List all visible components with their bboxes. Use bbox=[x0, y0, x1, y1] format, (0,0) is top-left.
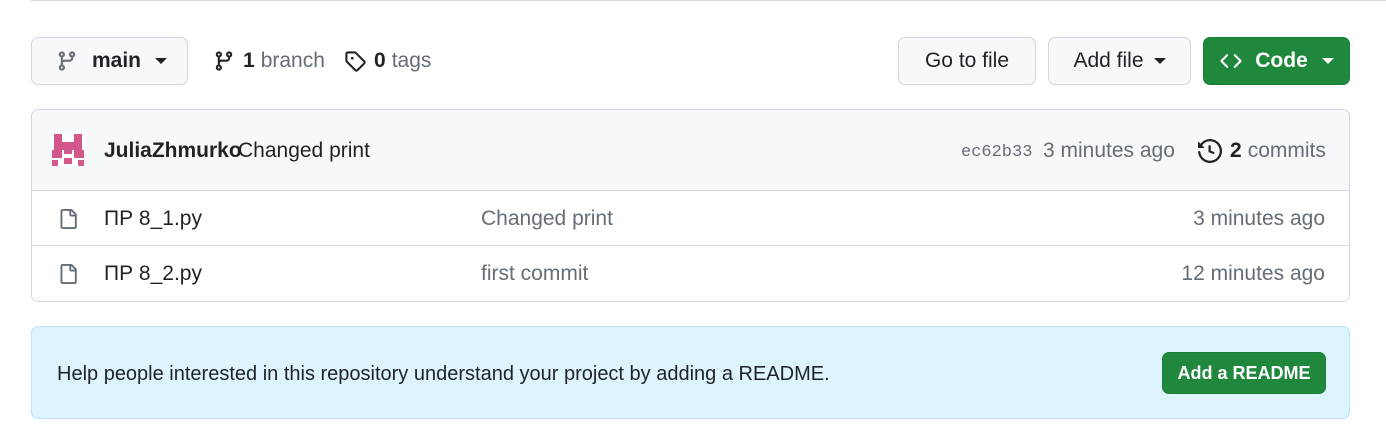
file-commit-time: 12 minutes ago bbox=[1181, 262, 1325, 285]
branch-name: main bbox=[92, 49, 142, 72]
branch-label: branch bbox=[260, 49, 325, 72]
commit-label: commits bbox=[1247, 139, 1326, 162]
commit-author[interactable]: JuliaZhmurko bbox=[104, 139, 242, 163]
code-label: Code bbox=[1255, 49, 1308, 72]
readme-prompt: Help people interested in this repositor… bbox=[31, 326, 1350, 419]
chevron-down-icon bbox=[1153, 58, 1166, 64]
tag-icon bbox=[344, 50, 366, 72]
add-readme-button[interactable]: Add a README bbox=[1162, 352, 1326, 394]
go-to-file-button[interactable]: Go to file bbox=[898, 37, 1036, 85]
tags-link[interactable]: 0 tags bbox=[344, 37, 431, 85]
chevron-down-icon bbox=[1321, 58, 1334, 64]
file-icon bbox=[58, 207, 78, 231]
tag-count: 0 bbox=[374, 49, 386, 72]
branches-link[interactable]: 1 branch bbox=[213, 37, 325, 85]
file-browser: JuliaZhmurko Changed print ec62b33 3 min… bbox=[31, 109, 1350, 302]
branch-count: 1 bbox=[243, 49, 255, 72]
add-file-label: Add file bbox=[1073, 49, 1144, 72]
tag-label: tags bbox=[391, 49, 432, 72]
file-commit-link[interactable]: Changed print bbox=[481, 207, 613, 231]
commit-sha[interactable]: ec62b33 bbox=[961, 143, 1032, 162]
file-commit-time: 3 minutes ago bbox=[1193, 207, 1325, 230]
code-icon bbox=[1219, 50, 1243, 72]
file-commit-link[interactable]: first commit bbox=[481, 262, 588, 286]
avatar[interactable] bbox=[52, 134, 84, 166]
latest-commit-bar: JuliaZhmurko Changed print ec62b33 3 min… bbox=[32, 110, 1349, 191]
file-name-link[interactable]: ПР 8_1.py bbox=[104, 207, 202, 231]
repo-toolbar: main 1 branch 0 tags Go to file Add file… bbox=[31, 37, 1350, 85]
file-name-link[interactable]: ПР 8_2.py bbox=[104, 262, 202, 286]
file-row: ПР 8_2.py first commit 12 minutes ago bbox=[32, 246, 1349, 301]
branch-selector-button[interactable]: main bbox=[31, 37, 188, 85]
file-row: ПР 8_1.py Changed print 3 minutes ago bbox=[32, 191, 1349, 246]
chevron-down-icon bbox=[155, 58, 168, 64]
code-button[interactable]: Code bbox=[1203, 37, 1350, 85]
history-icon bbox=[1198, 139, 1222, 163]
commit-time: 3 minutes ago bbox=[1043, 139, 1175, 162]
file-icon bbox=[58, 262, 78, 286]
add-file-button[interactable]: Add file bbox=[1048, 37, 1191, 85]
commits-history-link[interactable]: 2 commits bbox=[1198, 136, 1326, 166]
commit-count: 2 bbox=[1230, 139, 1242, 162]
top-divider bbox=[31, 0, 1386, 1]
git-branch-icon bbox=[56, 50, 78, 72]
commit-message[interactable]: Changed print bbox=[238, 139, 370, 163]
git-branch-icon bbox=[213, 50, 235, 72]
readme-prompt-text: Help people interested in this repositor… bbox=[57, 363, 830, 385]
